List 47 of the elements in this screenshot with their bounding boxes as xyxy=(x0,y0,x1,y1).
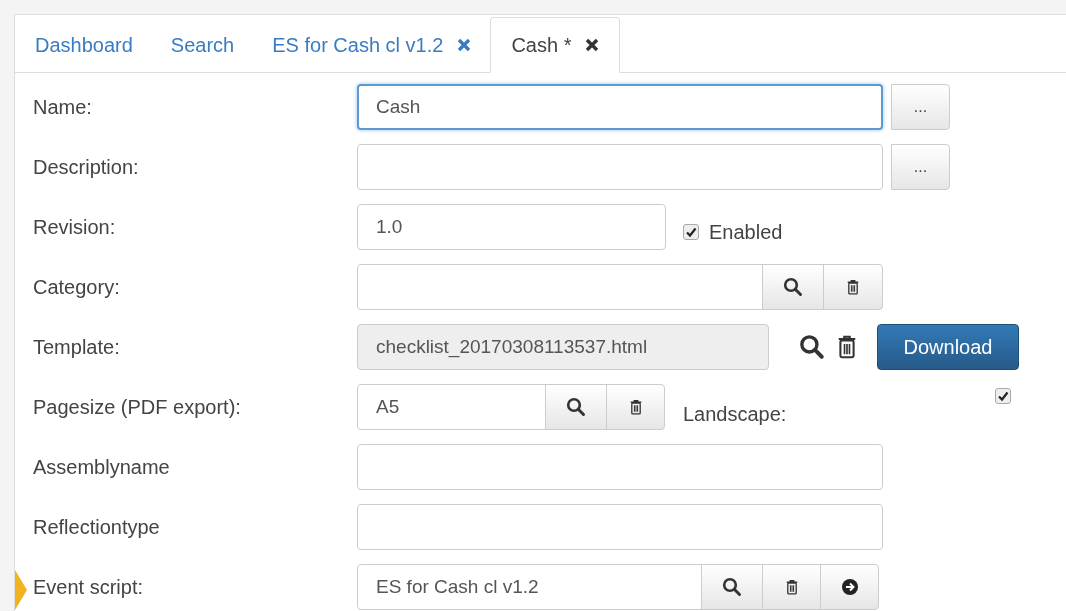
arrow-right-icon xyxy=(840,578,859,596)
input-field[interactable]: 1.0 xyxy=(357,204,666,250)
field-label: Event script: xyxy=(32,575,145,599)
more-button[interactable]: ... xyxy=(891,84,950,130)
input-field[interactable] xyxy=(357,264,763,310)
delete-button[interactable] xyxy=(836,334,858,360)
tab[interactable]: ES for Cash cl v1.2 xyxy=(253,17,491,73)
delete-button[interactable] xyxy=(823,264,883,310)
field-label: Assemblyname xyxy=(32,455,171,479)
field-label: Description: xyxy=(32,155,140,179)
field-label: Revision: xyxy=(32,215,117,239)
delete-button[interactable] xyxy=(762,564,821,610)
input-field[interactable]: Cash xyxy=(357,84,883,130)
search-icon xyxy=(566,397,586,417)
trash-icon xyxy=(846,278,860,296)
search-icon xyxy=(799,334,825,360)
input-field[interactable]: checklist_20170308113537.html xyxy=(357,324,769,370)
search-button[interactable] xyxy=(545,384,607,430)
search-icon xyxy=(722,577,742,597)
checkbox[interactable] xyxy=(995,388,1012,404)
search-button[interactable] xyxy=(701,564,763,610)
search-icon xyxy=(783,277,803,297)
checkbox-label: Landscape: xyxy=(683,402,787,426)
input-field[interactable] xyxy=(357,144,883,190)
field-label: Reflectiontype xyxy=(32,515,161,539)
delete-button[interactable] xyxy=(606,384,665,430)
go-button[interactable] xyxy=(820,564,879,610)
tab[interactable]: Search xyxy=(151,17,254,73)
input-field[interactable] xyxy=(357,444,883,490)
tab[interactable]: Dashboard xyxy=(16,17,152,73)
tab[interactable]: Cash * xyxy=(490,17,621,73)
trash-icon xyxy=(836,334,858,360)
checkbox[interactable] xyxy=(683,224,699,240)
search-button[interactable] xyxy=(762,264,824,310)
close-icon[interactable] xyxy=(585,38,600,52)
download-button[interactable]: Download xyxy=(877,324,1019,370)
input-field[interactable] xyxy=(357,504,883,550)
field-label: Name: xyxy=(32,95,93,119)
more-button[interactable]: ... xyxy=(891,144,950,190)
trash-icon xyxy=(784,578,799,596)
checkbox-label: Enabled xyxy=(709,220,783,244)
trash-icon xyxy=(628,398,643,416)
input-field[interactable]: A5 xyxy=(357,384,546,430)
input-field[interactable]: ES for Cash cl v1.2 xyxy=(357,564,702,610)
field-label: Category: xyxy=(32,275,121,299)
field-label: Pagesize (PDF export): xyxy=(32,395,242,419)
field-label: Template: xyxy=(32,335,121,359)
